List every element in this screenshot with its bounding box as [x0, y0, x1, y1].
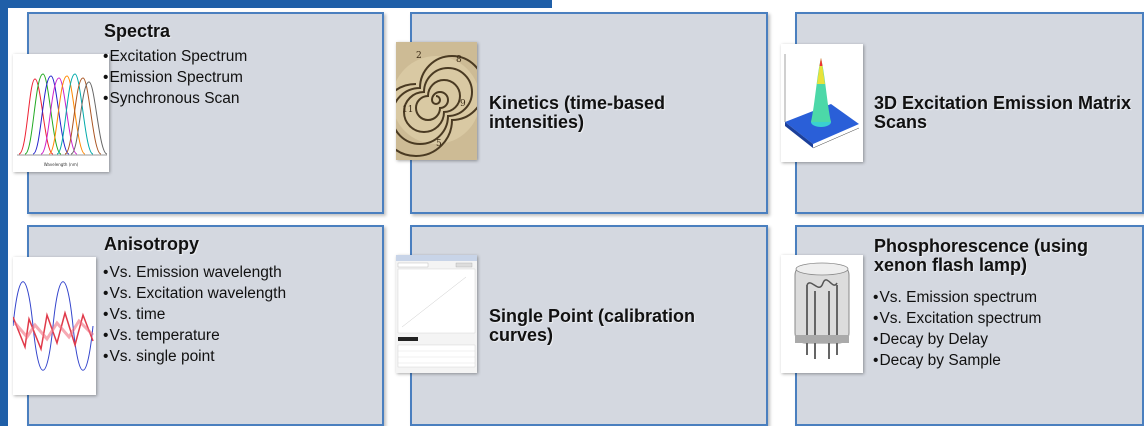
bullet-item: Vs. single point: [103, 346, 286, 367]
bullet-item: Excitation Spectrum: [103, 46, 247, 67]
card-anisotropy: Anisotropy Vs. Emission wavelength Vs. E…: [13, 225, 384, 426]
bullet-item: Vs. Excitation wavelength: [103, 283, 286, 304]
card-title: Anisotropy: [104, 234, 200, 254]
bullet-item: Decay by Delay: [873, 329, 1041, 350]
card-phosphorescence: Phosphorescence (using xenon flash lamp)…: [781, 225, 1144, 426]
bullet-list: Excitation Spectrum Emission Spectrum Sy…: [103, 46, 247, 109]
bullet-item: Emission Spectrum: [103, 67, 247, 88]
bullet-item: Vs. time: [103, 304, 286, 325]
bullet-item: Vs. Emission spectrum: [873, 287, 1041, 308]
svg-text:11: 11: [402, 105, 413, 115]
card-title: 3D Excitation Emission Matrix Scans: [874, 93, 1132, 132]
svg-text:Wavelength (nm): Wavelength (nm): [44, 162, 79, 167]
bullet-item: Synchronous Scan: [103, 88, 247, 109]
bullet-item: Vs. Excitation spectrum: [873, 308, 1041, 329]
card-title: Phosphorescence (using xenon flash lamp): [874, 236, 1089, 275]
xenon-flash-lamp-image: [781, 255, 863, 373]
bullet-list: Vs. Emission wavelength Vs. Excitation w…: [103, 262, 286, 367]
card-spectra: Wavelength (nm) Spectra Excitation Spect…: [13, 12, 384, 214]
3d-surface-plot-image: [781, 44, 863, 162]
bullet-item: Vs. Emission wavelength: [103, 262, 286, 283]
bullet-item: Vs. temperature: [103, 325, 286, 346]
spectra-plot-image: Wavelength (nm): [13, 54, 109, 172]
card-kinetics: 8 2 9 11 5 Kinetics (time-based intensit…: [396, 12, 768, 214]
svg-text:9: 9: [460, 99, 466, 109]
bullet-item: Decay by Sample: [873, 350, 1041, 371]
card-3d-eem: 3D Excitation Emission Matrix Scans: [781, 12, 1144, 214]
sine-wave-plot-image: [13, 257, 96, 395]
card-title: Spectra: [104, 21, 171, 41]
slide-frame-left-bar: [0, 0, 8, 426]
spiral-clock-image: 8 2 9 11 5: [396, 42, 477, 160]
software-window-image: [396, 255, 477, 373]
svg-text:2: 2: [416, 51, 422, 61]
bullet-list: Vs. Emission spectrum Vs. Excitation spe…: [873, 287, 1041, 371]
card-single-point: Single Point (calibration curves): [396, 225, 768, 426]
card-title: Kinetics (time-based intensities): [489, 93, 666, 132]
slide-frame-top-bar: [0, 0, 552, 8]
card-title: Single Point (calibration curves): [489, 306, 696, 345]
svg-text:5: 5: [436, 139, 442, 149]
svg-text:8: 8: [456, 55, 462, 65]
